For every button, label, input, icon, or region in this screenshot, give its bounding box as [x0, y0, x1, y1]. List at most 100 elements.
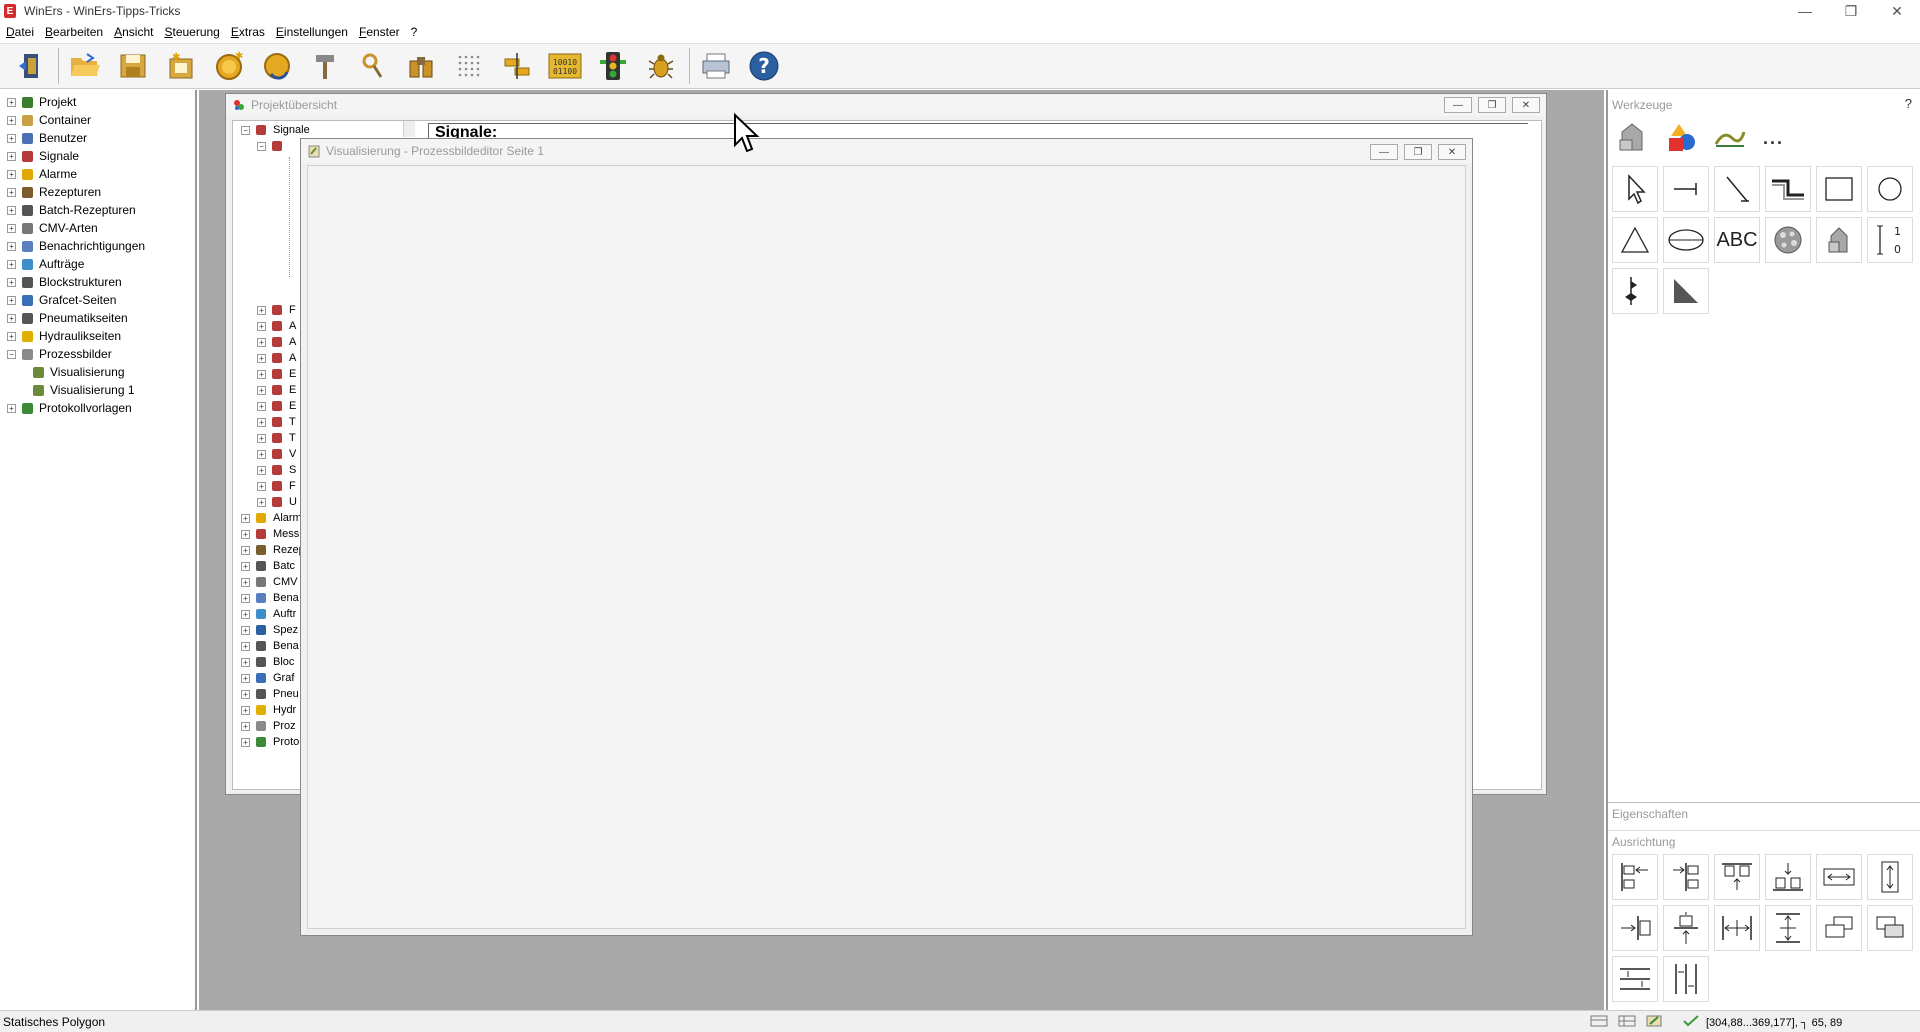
bit-display-icon[interactable]: 10: [1867, 217, 1913, 263]
tree-expander[interactable]: +: [241, 593, 250, 603]
bug-icon[interactable]: [641, 46, 681, 86]
tree-expander[interactable]: +: [7, 313, 16, 323]
distribute-horizontal-icon[interactable]: [1714, 905, 1760, 951]
align-left-icon[interactable]: [1612, 854, 1658, 900]
tree-expander[interactable]: +: [7, 223, 16, 233]
tree-item-rezepturen[interactable]: + Rezepturen: [0, 183, 101, 201]
tree-expander[interactable]: +: [257, 417, 266, 427]
tree-expander[interactable]: +: [241, 641, 250, 651]
refresh-bulb-icon[interactable]: [257, 46, 297, 86]
align-center-h-icon[interactable]: [1663, 854, 1709, 900]
same-height-icon[interactable]: [1867, 854, 1913, 900]
tree-item-benachrichtigungen[interactable]: + Benachrichtigungen: [0, 237, 145, 255]
pointer-icon[interactable]: [1612, 166, 1658, 212]
hammer-icon[interactable]: [305, 46, 345, 86]
tree-expander[interactable]: +: [257, 385, 266, 395]
center-horizontal-icon[interactable]: [1612, 905, 1658, 951]
tree-item-batch-rezepturen[interactable]: + Batch-Rezepturen: [0, 201, 136, 219]
editor-canvas[interactable]: [307, 165, 1466, 929]
line-tool-icon[interactable]: [1663, 166, 1709, 212]
tree-expander[interactable]: +: [257, 337, 266, 347]
tree-expander[interactable]: +: [241, 561, 250, 571]
menu-einstellungen[interactable]: Einstellungen: [276, 25, 348, 39]
project-overview-close[interactable]: ✕: [1512, 97, 1540, 113]
diagonal-line-icon[interactable]: [1714, 166, 1760, 212]
tree-expander[interactable]: +: [257, 497, 266, 507]
traffic-light-icon[interactable]: [593, 46, 633, 86]
werkzeuge-help[interactable]: ?: [1905, 96, 1912, 111]
tree-expander[interactable]: +: [241, 577, 250, 587]
signal-bulb-icon[interactable]: ✱: [209, 46, 249, 86]
tree-expander[interactable]: +: [257, 353, 266, 363]
tree-item-benutzer[interactable]: + Benutzer: [0, 129, 87, 147]
tree-expander[interactable]: +: [257, 305, 266, 315]
overview-tree-signale[interactable]: − Signale: [241, 122, 310, 138]
tree-expander[interactable]: +: [7, 277, 16, 287]
editor-titlebar[interactable]: Visualisierung - Prozessbildeditor Seite…: [301, 139, 1472, 163]
tree-expander[interactable]: +: [257, 433, 266, 443]
tree-item-projekt[interactable]: + Projekt: [0, 93, 76, 111]
picture-icon[interactable]: [1765, 217, 1811, 263]
align-icon[interactable]: [497, 46, 537, 86]
tree-item-aufträge[interactable]: + Aufträge: [0, 255, 84, 273]
shapes-icon[interactable]: [1616, 122, 1648, 154]
tree-expander[interactable]: −: [7, 349, 16, 359]
tree-expander[interactable]: +: [257, 481, 266, 491]
tree-expander[interactable]: +: [7, 205, 16, 215]
menu-help[interactable]: ?: [411, 25, 418, 39]
tree-expander[interactable]: +: [257, 369, 266, 379]
editor-minimize[interactable]: —: [1370, 144, 1398, 160]
tree-expander[interactable]: +: [7, 133, 16, 143]
overview-tree-signal-group[interactable]: −: [257, 138, 289, 154]
object-icon[interactable]: [1816, 217, 1862, 263]
menu-bearbeiten[interactable]: Bearbeiten: [45, 25, 103, 39]
colored-shapes-icon[interactable]: [1665, 122, 1697, 154]
draw-icon[interactable]: [1714, 128, 1746, 148]
tree-item-grafcet-seiten[interactable]: + Grafcet-Seiten: [0, 291, 116, 309]
tree-expander[interactable]: +: [257, 465, 266, 475]
tree-expander[interactable]: +: [241, 705, 250, 715]
tree-item-hydraulikseiten[interactable]: + Hydraulikseiten: [0, 327, 121, 345]
tree-expander[interactable]: +: [7, 97, 16, 107]
maximize-button[interactable]: ❐: [1828, 0, 1874, 22]
tree-item-pneumatikseiten[interactable]: + Pneumatikseiten: [0, 309, 128, 327]
tree-expander[interactable]: +: [257, 449, 266, 459]
space-horizontal-icon[interactable]: [1612, 956, 1658, 1002]
tree-expander[interactable]: +: [7, 115, 16, 125]
align-bottom-icon[interactable]: [1765, 854, 1811, 900]
angle-icon[interactable]: [1663, 268, 1709, 314]
save-icon[interactable]: [113, 46, 153, 86]
center-vertical-icon[interactable]: [1663, 905, 1709, 951]
binary-icon[interactable]: 10010 01100: [545, 46, 585, 86]
binoculars-icon[interactable]: [401, 46, 441, 86]
menu-steuerung[interactable]: Steuerung: [164, 25, 219, 39]
tree-expander[interactable]: +: [7, 187, 16, 197]
tree-expander[interactable]: +: [7, 241, 16, 251]
more-icon[interactable]: ...: [1763, 128, 1784, 149]
project-overview-maximize[interactable]: ❐: [1478, 97, 1506, 113]
tree-expander[interactable]: +: [241, 513, 250, 523]
bring-front-icon[interactable]: [1816, 905, 1862, 951]
tree-item-visualisierung-1[interactable]: Visualisierung 1: [0, 381, 135, 399]
menu-fenster[interactable]: Fenster: [359, 25, 400, 39]
polyline-icon[interactable]: [1765, 166, 1811, 212]
tree-expander[interactable]: +: [7, 331, 16, 341]
tree-expander[interactable]: +: [7, 403, 16, 413]
process-image-editor-window[interactable]: Visualisierung - Prozessbildeditor Seite…: [300, 138, 1473, 936]
tree-expander[interactable]: +: [7, 169, 16, 179]
menu-datei[interactable]: Datei: [6, 25, 34, 39]
circle-icon[interactable]: [1867, 166, 1913, 212]
tree-item-prozessbilder[interactable]: − Prozessbilder: [0, 345, 112, 363]
menu-extras[interactable]: Extras: [231, 25, 265, 39]
open-folder-icon[interactable]: [65, 46, 105, 86]
tree-expander[interactable]: +: [241, 657, 250, 667]
signal-tool-icon[interactable]: [1612, 268, 1658, 314]
distribute-vertical-icon[interactable]: [1765, 905, 1811, 951]
tree-expander[interactable]: +: [7, 259, 16, 269]
triangle-icon[interactable]: [1612, 217, 1658, 263]
space-vertical-icon[interactable]: [1663, 956, 1709, 1002]
tree-expander[interactable]: +: [241, 545, 250, 555]
print-icon[interactable]: [696, 46, 736, 86]
ellipse-icon[interactable]: [1663, 217, 1709, 263]
tree-item-signale[interactable]: + Signale: [0, 147, 79, 165]
